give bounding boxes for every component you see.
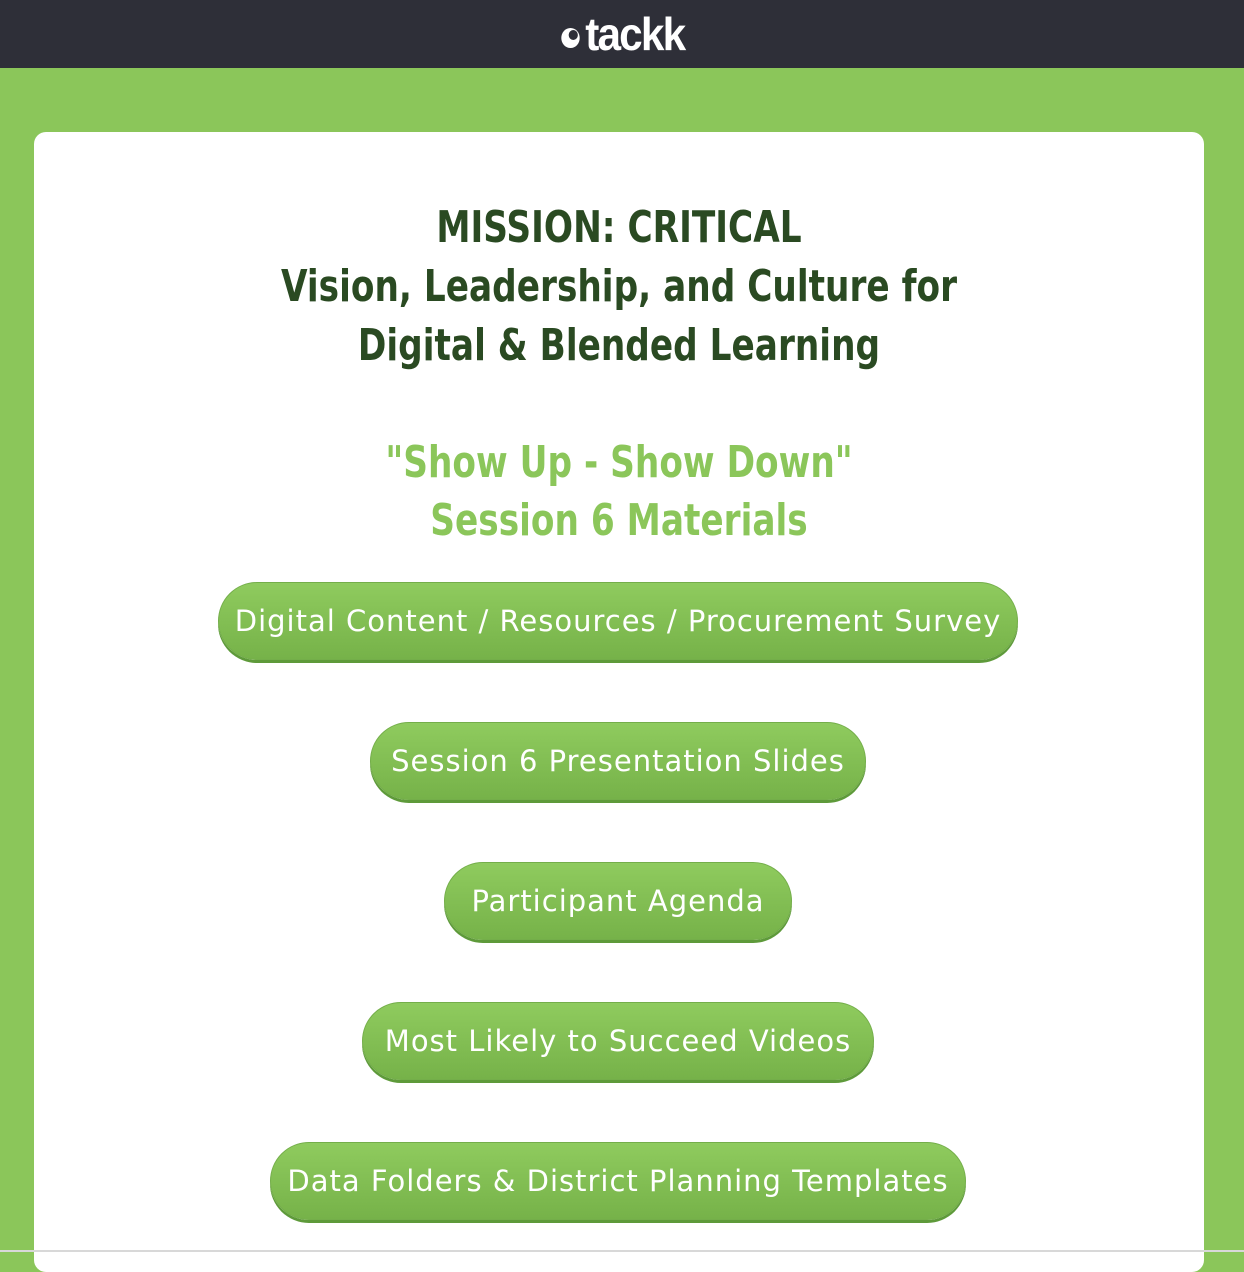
- presentation-slides-button[interactable]: Session 6 Presentation Slides: [370, 722, 866, 800]
- title-line: Vision, Leadership, and Culture for: [280, 261, 958, 312]
- participant-agenda-button[interactable]: Participant Agenda: [444, 862, 792, 940]
- procurement-survey-button[interactable]: Digital Content / Resources / Procuremen…: [218, 582, 1018, 660]
- subtitle-line: "Show Up - Show Down": [385, 437, 853, 488]
- subtitle-line: Session 6 Materials: [430, 495, 808, 546]
- tackk-logo-icon: [560, 28, 580, 48]
- tackk-logo[interactable]: tackk: [560, 8, 686, 60]
- title-line: MISSION: CRITICAL: [436, 202, 802, 253]
- page-title: MISSION: CRITICAL Vision, Leadership, an…: [163, 198, 1076, 375]
- page-subtitle: "Show Up - Show Down" Session 6 Material…: [163, 434, 1076, 550]
- content-card: MISSION: CRITICAL Vision, Leadership, an…: [34, 132, 1204, 1272]
- divider: [0, 1250, 1244, 1252]
- logo-text: tackk: [584, 8, 686, 60]
- top-bar: tackk: [0, 0, 1244, 68]
- videos-button[interactable]: Most Likely to Succeed Videos: [362, 1002, 874, 1080]
- title-line: Digital & Blended Learning: [357, 320, 881, 371]
- planning-templates-button[interactable]: Data Folders & District Planning Templat…: [270, 1142, 966, 1220]
